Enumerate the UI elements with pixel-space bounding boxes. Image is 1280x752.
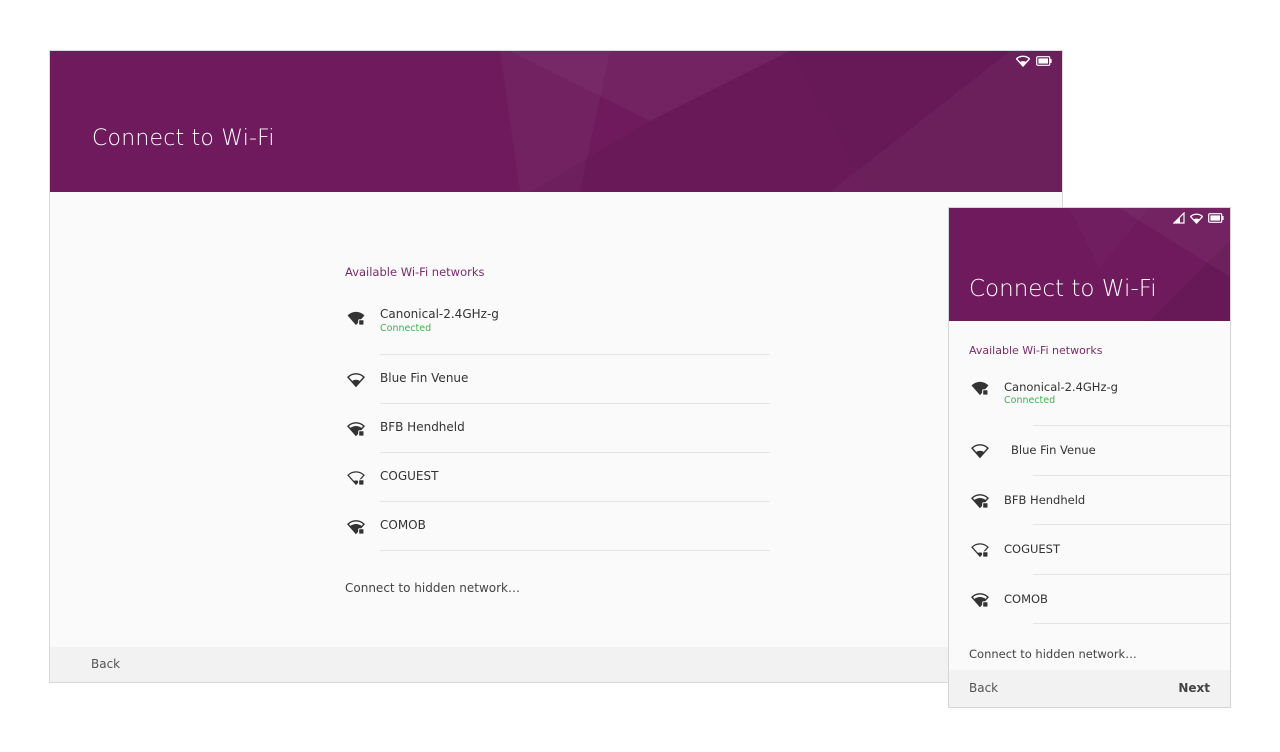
- next-button[interactable]: Next: [1178, 681, 1210, 695]
- network-item[interactable]: BFB Hendheld: [969, 476, 1230, 525]
- wifi-secure-icon: [347, 519, 365, 535]
- network-item[interactable]: COGUEST: [969, 525, 1230, 575]
- connect-hidden-network-link[interactable]: Connect to hidden network…: [345, 581, 520, 595]
- section-label: Available Wi-Fi networks: [345, 265, 485, 279]
- wifi-secure-icon: [971, 592, 989, 608]
- wifi-secure-full-icon: [971, 380, 989, 396]
- footer-bar: Back Next: [949, 670, 1230, 707]
- wifi-status-icon: [1190, 213, 1203, 224]
- header-banner: Connect to Wi-Fi: [949, 208, 1230, 321]
- connection-status: Connected: [380, 323, 432, 334]
- network-name: Canonical-2.4GHz-g: [1004, 380, 1118, 394]
- network-name: COMOB: [1004, 591, 1048, 606]
- network-item[interactable]: Canonical-2.4GHz-g Connected: [345, 297, 770, 355]
- status-bar: [1173, 211, 1224, 225]
- network-item[interactable]: BFB Hendheld: [345, 404, 770, 453]
- network-item[interactable]: Blue Fin Venue: [969, 426, 1230, 476]
- wifi-secure-outline-icon: [347, 470, 365, 486]
- phone-window: Connect to Wi-Fi Available Wi-Fi network…: [948, 207, 1231, 708]
- status-bar: [1016, 54, 1052, 68]
- network-name: BFB Hendheld: [380, 420, 465, 434]
- page-title: Connect to Wi-Fi: [92, 126, 275, 151]
- network-name: COGUEST: [380, 469, 439, 483]
- network-list: Canonical-2.4GHz-g Connected Blue Fin Ve…: [345, 297, 770, 551]
- wifi-open-icon: [971, 443, 989, 459]
- wifi-secure-icon: [347, 421, 365, 437]
- network-name: Blue Fin Venue: [1011, 443, 1096, 457]
- network-name: COMOB: [380, 518, 426, 532]
- network-item[interactable]: COGUEST: [345, 453, 770, 502]
- network-item[interactable]: Canonical-2.4GHz-g Connected: [969, 374, 1230, 426]
- network-list: Canonical-2.4GHz-g Connected Blue Fin Ve…: [969, 374, 1230, 624]
- back-button[interactable]: Back: [969, 681, 998, 695]
- network-name: BFB Hendheld: [1004, 492, 1086, 507]
- connect-hidden-network-link[interactable]: Connect to hidden network…: [969, 647, 1137, 661]
- header-banner: Connect to Wi-Fi: [50, 51, 1062, 192]
- header-pattern: [510, 51, 1062, 192]
- back-button[interactable]: Back: [91, 657, 120, 671]
- wifi-secure-outline-icon: [971, 542, 989, 558]
- network-item[interactable]: COMOB: [969, 575, 1230, 624]
- wifi-secure-icon: [971, 493, 989, 509]
- battery-icon: [1208, 213, 1224, 223]
- wifi-open-icon: [347, 372, 365, 388]
- section-label: Available Wi-Fi networks: [969, 344, 1103, 357]
- divider: [1033, 623, 1230, 624]
- network-item[interactable]: Blue Fin Venue: [345, 355, 770, 404]
- network-name: Blue Fin Venue: [380, 371, 469, 385]
- battery-icon: [1036, 56, 1052, 66]
- network-name: COGUEST: [1004, 542, 1061, 556]
- page-title: Connect to Wi-Fi: [969, 276, 1157, 302]
- divider: [380, 550, 770, 551]
- wifi-secure-full-icon: [347, 310, 365, 326]
- footer-bar: Back: [50, 647, 1062, 682]
- network-name: Canonical-2.4GHz-g: [380, 307, 499, 321]
- wifi-status-icon: [1016, 55, 1030, 67]
- tablet-window: Connect to Wi-Fi Available Wi-Fi network…: [49, 50, 1063, 683]
- connection-status: Connected: [1004, 395, 1056, 406]
- signal-icon: [1173, 212, 1185, 224]
- network-item[interactable]: COMOB: [345, 502, 770, 551]
